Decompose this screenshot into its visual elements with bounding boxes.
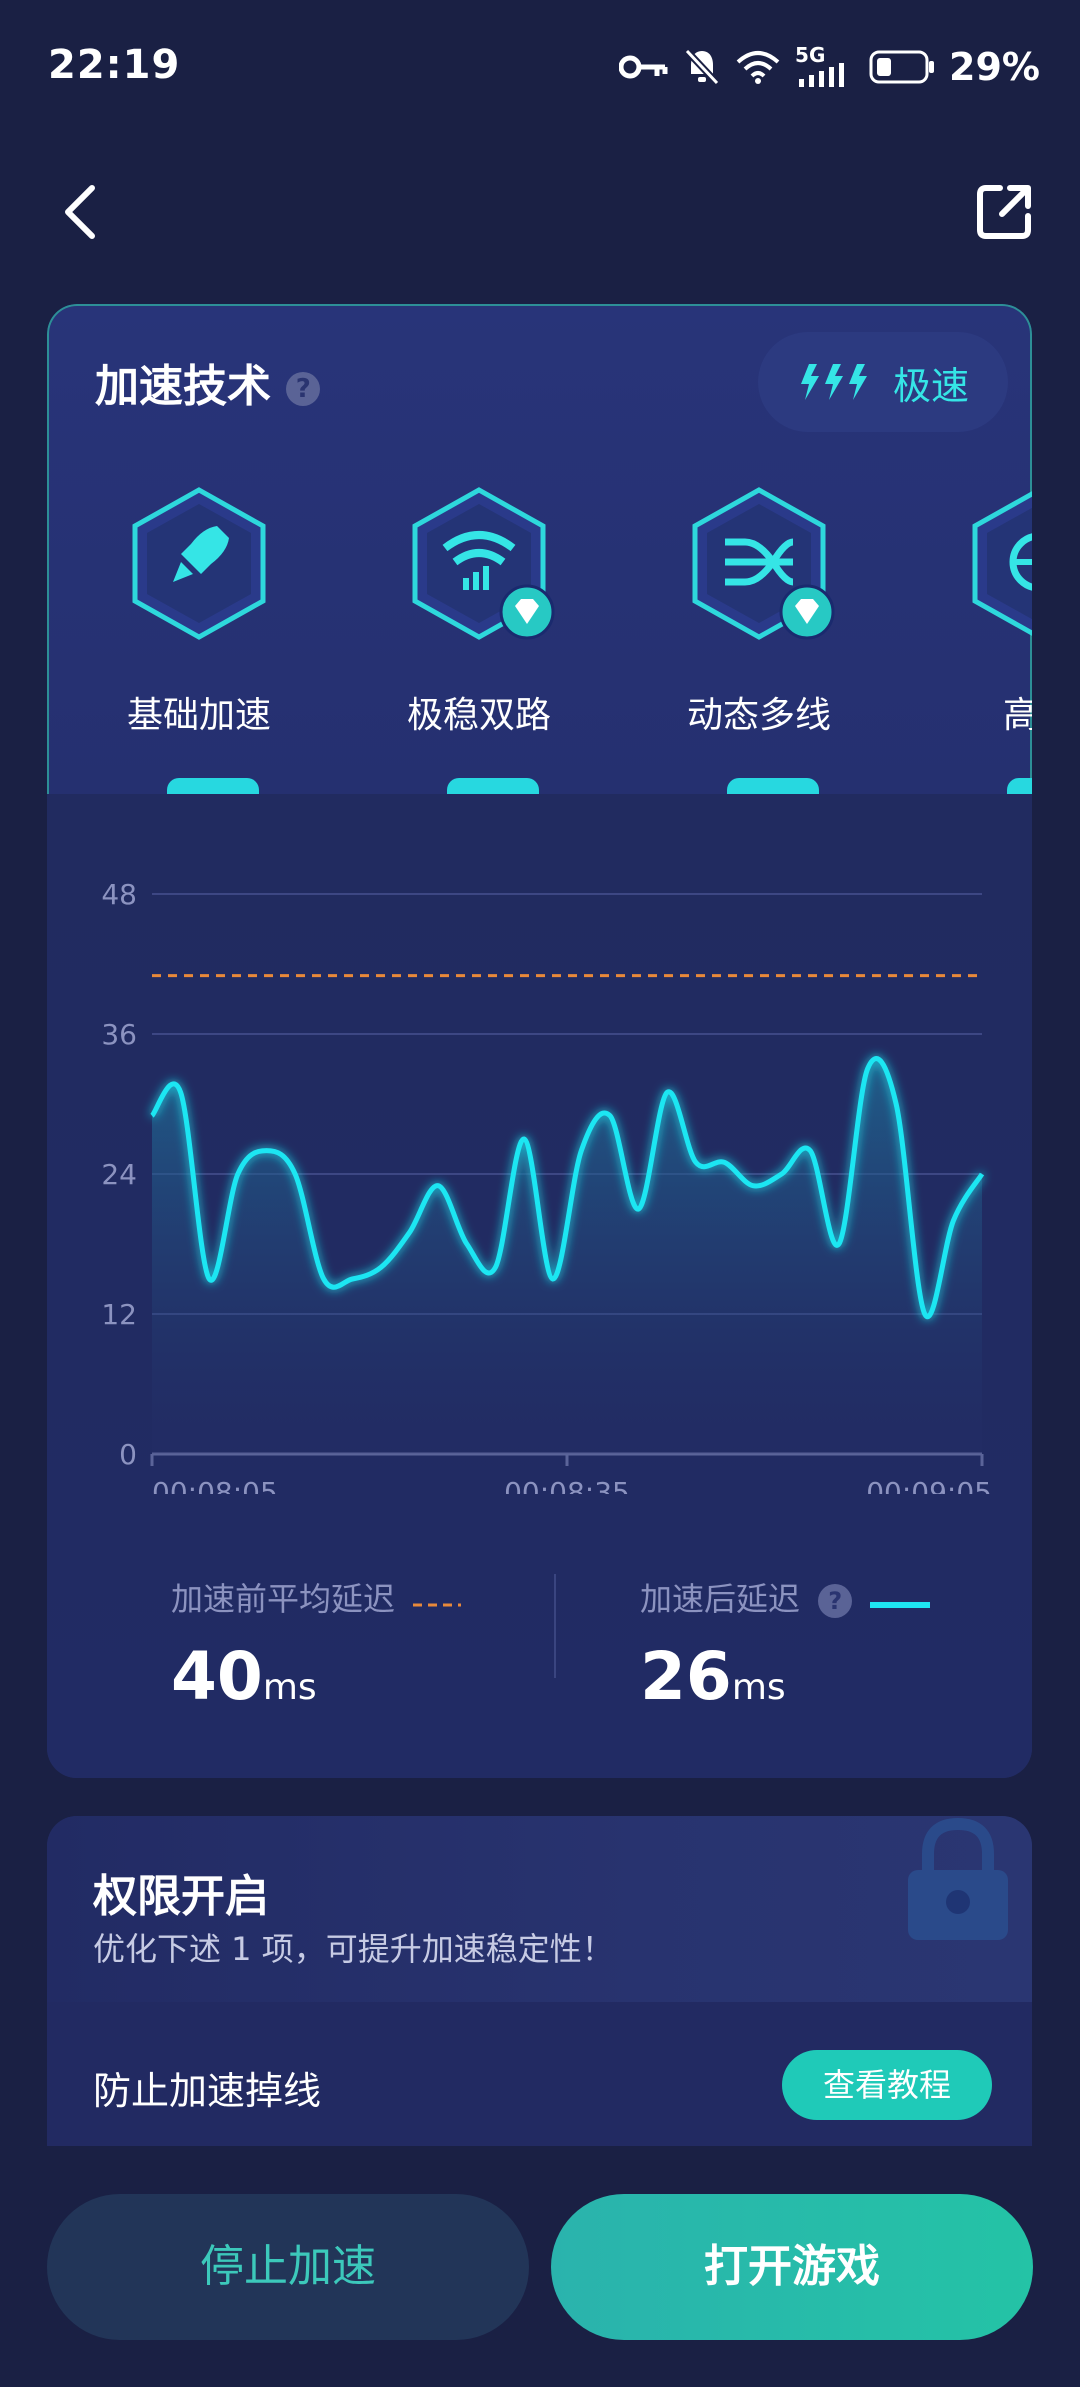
- x-tick-label: 00:09:05: [866, 1476, 992, 1494]
- y-tick-label: 48: [101, 878, 137, 911]
- view-tutorial-button[interactable]: 查看教程: [782, 2050, 992, 2120]
- top-nav: [0, 160, 1080, 260]
- share-icon[interactable]: [972, 180, 1036, 244]
- diamond-badge-icon: [779, 584, 835, 640]
- solid-line-legend-icon: [867, 1602, 934, 1608]
- tech-item-label: 动态多线: [686, 695, 831, 736]
- stop-acceleration-button[interactable]: 停止加速: [47, 2194, 529, 2340]
- open-game-button[interactable]: 打开游戏: [551, 2194, 1033, 2340]
- tech-item-highspeed[interactable]: 高速: [929, 486, 1032, 806]
- latency-after-value-row: 26ms: [640, 1638, 930, 1715]
- key-icon: [619, 55, 668, 79]
- latency-divider: [554, 1574, 556, 1678]
- latency-after-label: 加速后延迟: [640, 1580, 801, 1618]
- dashed-line-legend-icon: [413, 1603, 462, 1607]
- permission-item-label: 防止加速掉线: [93, 2069, 322, 2113]
- tech-item-label: 高速: [1002, 695, 1032, 736]
- y-tick-label: 12: [101, 1298, 137, 1331]
- cellular-signal-icon: 5G: [795, 43, 855, 87]
- latency-before-label-row: 加速前平均延迟: [171, 1574, 462, 1620]
- speed-mode-badge[interactable]: 极速: [758, 332, 1008, 432]
- latency-before: 加速前平均延迟 40ms: [171, 1574, 462, 1715]
- lightning-icon: [800, 364, 867, 400]
- acceleration-card: 加速技术 ? 极速 基础加速 极稳双路 动态多线 高 0 12 24 36 48…: [47, 304, 1032, 1778]
- diamond-badge-icon: [499, 584, 555, 640]
- latency-before-label: 加速前平均延迟: [171, 1580, 396, 1618]
- mute-bell-icon: [684, 48, 720, 86]
- status-time: 22:19: [48, 42, 181, 88]
- permission-subtitle: 优化下述 1 项，可提升加速稳定性！: [93, 1930, 614, 1968]
- tech-title-text: 加速技术: [95, 361, 271, 412]
- back-icon[interactable]: [52, 182, 112, 242]
- tech-item-dual[interactable]: 极稳双路: [369, 486, 569, 806]
- permission-card: 权限开启 优化下述 1 项，可提升加速稳定性！ 防止加速掉线 查看教程: [47, 1816, 1032, 2146]
- tech-item-basic[interactable]: 基础加速: [89, 486, 289, 806]
- x-tick-label: 00:08:05: [152, 1476, 278, 1494]
- tech-list: 基础加速 极稳双路 动态多线 高速: [49, 486, 1032, 806]
- latency-before-unit: ms: [262, 1667, 317, 1708]
- lock-icon: [908, 1817, 1008, 1940]
- tech-item-label: 极稳双路: [406, 695, 551, 736]
- help-icon[interactable]: ?: [286, 372, 321, 406]
- help-icon[interactable]: ?: [818, 1584, 853, 1618]
- battery-percent: 29%: [949, 45, 1040, 89]
- speed-mode-label: 极速: [892, 363, 969, 408]
- latency-after-value: 26: [640, 1638, 732, 1715]
- globe-icon: [972, 491, 1032, 636]
- tech-item-multiline[interactable]: 动态多线: [649, 486, 849, 806]
- rocket-icon: [132, 487, 266, 640]
- wifi-icon: [736, 51, 780, 84]
- x-tick-label: 00:08:35: [504, 1476, 630, 1494]
- tech-header: 加速技术 ? 极速 基础加速 极稳双路 动态多线 高: [47, 304, 1032, 800]
- permission-title: 权限开启: [93, 1871, 269, 1922]
- latency-before-value-row: 40ms: [171, 1638, 461, 1715]
- latency-before-value: 40: [171, 1638, 263, 1715]
- latency-after-label-row: 加速后延迟 ?: [640, 1574, 934, 1620]
- latency-after: 加速后延迟 ? 26ms: [640, 1574, 934, 1715]
- latency-chart-svg: 0 12 24 36 48 00:08:05 00:08:35 00:09:05: [101, 878, 992, 1509]
- y-tick-label: 24: [101, 1158, 137, 1191]
- status-bar: 22:19 5G 29%: [0, 0, 1080, 130]
- y-tick-label: 36: [101, 1018, 137, 1051]
- tech-title: 加速技术 ?: [95, 350, 321, 414]
- permission-header: 权限开启 优化下述 1 项，可提升加速稳定性！: [47, 1816, 1032, 2002]
- battery-icon: [869, 50, 935, 84]
- status-icons: 5G 29%: [619, 42, 1040, 92]
- tech-item-label: 基础加速: [126, 695, 271, 736]
- y-tick-label: 0: [119, 1438, 137, 1471]
- latency-after-unit: ms: [731, 1667, 786, 1708]
